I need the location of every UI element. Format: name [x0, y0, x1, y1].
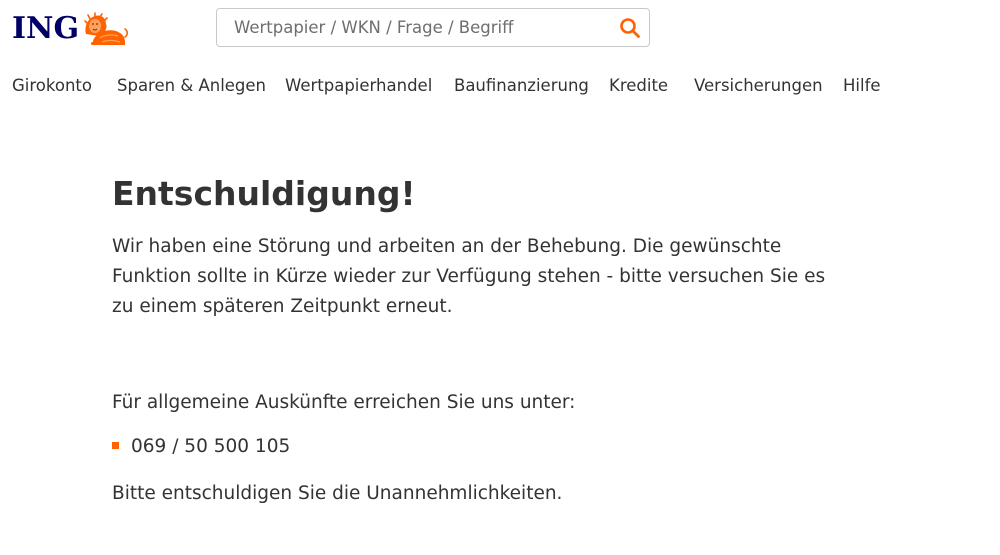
apology-text: Bitte entschuldigen Sie die Unannehmlich… — [112, 483, 563, 504]
nav-item-sparen-anlegen[interactable]: Sparen & Anlegen — [117, 74, 266, 98]
nav-item-baufinanzierung[interactable]: Baufinanzierung — [454, 74, 589, 98]
search-input[interactable] — [217, 9, 607, 46]
logo-wordmark: ING — [12, 11, 80, 46]
contact-intro-text: Für allgemeine Auskünfte erreichen Sie u… — [112, 392, 576, 413]
site-header: ING — [0, 0, 1000, 62]
nav-item-girokonto[interactable]: Girokonto — [12, 74, 92, 98]
lion-icon — [84, 12, 129, 45]
search-box — [216, 8, 650, 47]
ing-logo[interactable]: ING — [12, 10, 129, 48]
search-icon[interactable] — [619, 17, 641, 39]
page-title: Entschuldigung! — [112, 174, 416, 213]
error-message: Wir haben eine Störung und arbeiten an d… — [112, 236, 826, 317]
phone-number[interactable]: 069 / 50 500 105 — [131, 436, 290, 457]
nav-item-kredite[interactable]: Kredite — [609, 74, 668, 98]
nav-item-versicherungen[interactable]: Versicherungen — [694, 74, 823, 98]
square-bullet-icon — [112, 442, 119, 449]
nav-item-wertpapierhandel[interactable]: Wertpapierhandel — [285, 74, 432, 98]
nav-item-hilfe[interactable]: Hilfe — [843, 74, 881, 98]
contact-list: 069 / 50 500 105 — [112, 432, 872, 462]
error-content: Entschuldigung! Wir haben eine Störung u… — [112, 168, 872, 509]
main-navigation: Girokonto Sparen & Anlegen Wertpapierhan… — [0, 74, 1000, 98]
list-item: 069 / 50 500 105 — [112, 432, 872, 462]
